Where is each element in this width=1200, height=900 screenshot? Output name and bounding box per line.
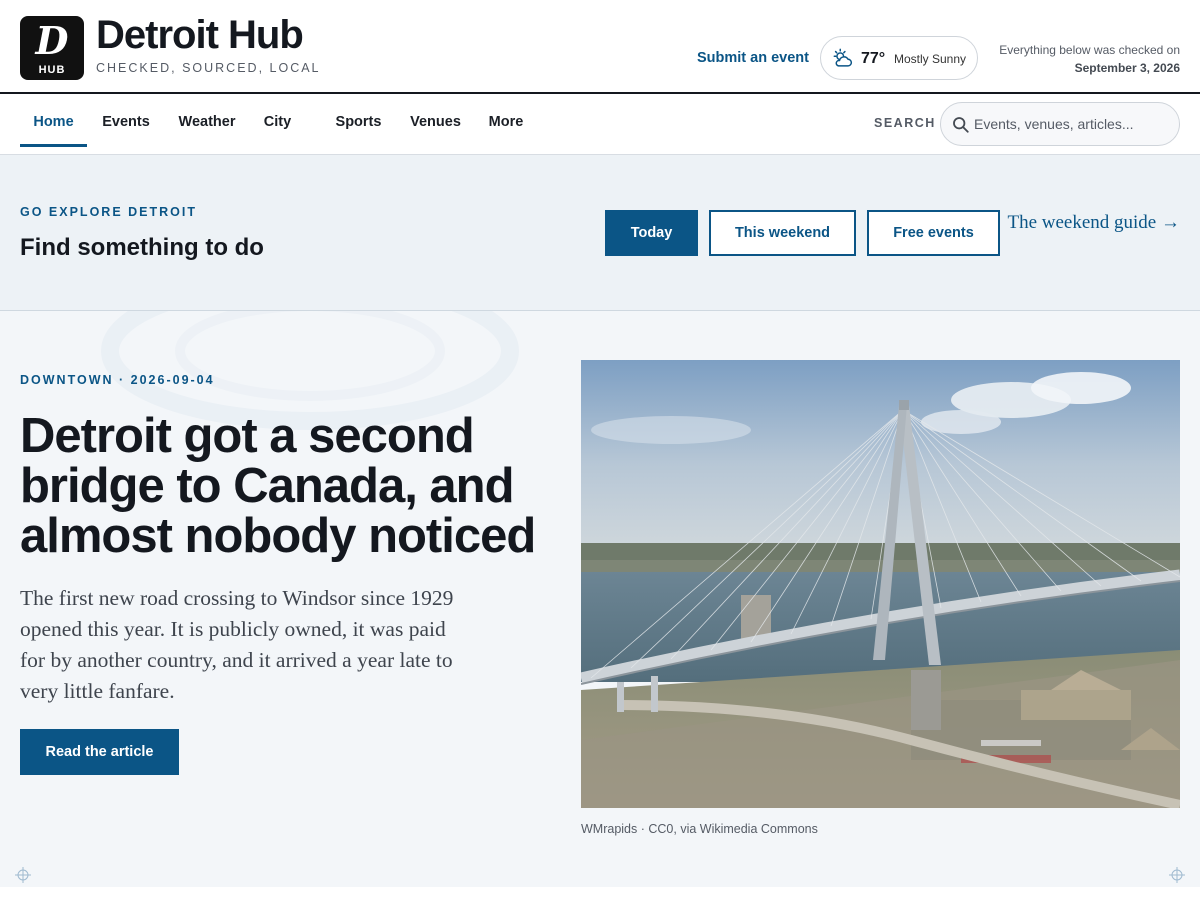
crosshair-icon bbox=[15, 867, 31, 883]
main-nav: Home Events Weather City Sports Venues M… bbox=[0, 94, 1200, 155]
filter-weekend-button[interactable]: This weekend bbox=[709, 210, 856, 256]
nav-venues[interactable]: Venues bbox=[406, 94, 465, 147]
search-icon bbox=[953, 117, 969, 133]
search-label: SEARCH bbox=[874, 116, 936, 130]
checked-label: Everything below was checked on bbox=[999, 43, 1180, 57]
weather-temp: 77° bbox=[861, 50, 886, 67]
site-tagline: CHECKED, SOURCED, LOCAL bbox=[96, 61, 321, 75]
checked-date: September 3, 2026 bbox=[1074, 61, 1180, 75]
weather-condition: Mostly Sunny bbox=[894, 52, 967, 66]
nav-sports[interactable]: Sports bbox=[331, 94, 386, 147]
weekend-guide-link[interactable]: The weekend guide → bbox=[1007, 211, 1180, 235]
hero-story: DOWNTOWN · 2026-09-04 Detroit got a seco… bbox=[0, 311, 1200, 887]
story-dek: The first new road crossing to Windsor s… bbox=[20, 586, 454, 703]
site-header: D HUB Detroit Hub CHECKED, SOURCED, LOCA… bbox=[0, 0, 1200, 94]
site-logo[interactable]: D HUB bbox=[20, 16, 84, 80]
story-eyebrow: DOWNTOWN · 2026-09-04 bbox=[20, 373, 215, 387]
checked-note: Everything below was checked on Septembe… bbox=[999, 41, 1180, 77]
explore-band: GO EXPLORE DETROIT Find something to do … bbox=[0, 155, 1200, 311]
nav-weather[interactable]: Weather bbox=[175, 94, 239, 147]
explore-eyebrow: GO EXPLORE DETROIT bbox=[20, 205, 197, 219]
photo-caption: WMrapids · CC0, via Wikimedia Commons bbox=[581, 822, 818, 836]
weather-widget[interactable]: 77° Mostly Sunny bbox=[820, 36, 978, 80]
nav-events[interactable]: Events bbox=[98, 94, 154, 147]
explore-title: Find something to do bbox=[20, 234, 264, 261]
footer-strip bbox=[0, 887, 1200, 900]
nav-city[interactable]: City bbox=[260, 94, 295, 147]
crosshair-icon bbox=[1169, 867, 1185, 883]
filter-free-button[interactable]: Free events bbox=[867, 210, 1000, 256]
story-headline[interactable]: Detroit got a second bridge to Canada, a… bbox=[20, 411, 565, 561]
logo-mark: D bbox=[35, 18, 69, 63]
logo-sub: HUB bbox=[38, 64, 66, 76]
nav-more[interactable]: More bbox=[485, 94, 527, 147]
partly-cloudy-icon bbox=[833, 48, 852, 67]
search-field[interactable] bbox=[940, 102, 1180, 146]
search-input[interactable] bbox=[974, 111, 1169, 137]
submit-event-link[interactable]: Submit an event bbox=[697, 49, 809, 67]
story-photo[interactable] bbox=[581, 360, 1180, 808]
read-article-button[interactable]: Read the article bbox=[20, 729, 179, 775]
bridge-photo-illustration bbox=[581, 360, 1180, 808]
nav-home[interactable]: Home bbox=[20, 94, 87, 147]
filter-today-button[interactable]: Today bbox=[605, 210, 698, 256]
site-name[interactable]: Detroit Hub bbox=[96, 12, 304, 58]
